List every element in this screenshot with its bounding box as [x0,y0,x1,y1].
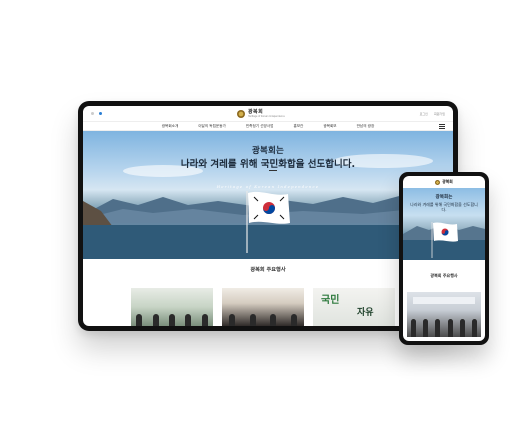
phone-hero-banner: 광복회는 나라와 겨레를 위해 국민화합을 선도합니다. [403,188,485,260]
photo-people [407,319,481,337]
hamburger-menu-icon[interactable] [439,124,445,129]
phone-event-photo[interactable] [407,292,481,337]
hero-divider [269,170,277,171]
emblem-icon [435,179,441,185]
join-link[interactable]: 회원가입 [434,112,445,116]
nav-item-national-spirit[interactable]: 민족정기 선양사업 [246,124,274,129]
phone-screen: 광복회 광복회는 나라와 겨레를 위해 국민화합을 선도합니다. 광복회 주요행… [403,176,485,341]
emblem-icon [236,109,245,118]
nav-item-newsletter[interactable]: 광복회보 [323,124,336,129]
photo-people [222,312,304,326]
site-logo[interactable]: 광복회 Heritage of Korean Independence [236,109,285,118]
main-nav: 광복회소개 이달의 독립운동가 민족정기 선양사업 홍보관 광복회보 만남의 광… [83,121,453,131]
hero-headline: 광복회는 [251,146,285,156]
logo-subtitle: Heritage of Korean Independence [247,115,285,118]
nav-item-community[interactable]: 만남의 광장 [357,124,375,129]
phone-hero-subheadline: 나라와 겨레를 위해 국민화합을 선도합니다. [410,202,478,212]
top-bar: 광복회 Heritage of Korean Independence 로그인 … [83,106,453,121]
device-mockup-stage: 광복회 Heritage of Korean Independence 로그인 … [0,0,530,430]
dot-indicator-active[interactable] [99,112,102,115]
hero-english-tagline: Heritage of Korean Independence [216,184,320,189]
photo-banner [413,297,475,304]
event-thumbnail[interactable] [131,288,213,326]
photo-people [131,312,213,326]
utility-links: 로그인 회원가입 [420,112,445,116]
language-toggle[interactable] [91,112,102,115]
section-title: 광복회 주요행사 [250,267,286,273]
event-thumbnails: 국민 자유 [131,288,395,326]
phone-section-title: 광복회 주요행사 [430,273,458,278]
hero-subheadline: 나라와 겨레를 위해 국민화합을 선도합니다. [180,159,356,170]
dot-indicator[interactable] [91,112,94,115]
phone-hero-headline: 광복회는 [435,195,453,200]
hero-banner: 광복회는 나라와 겨레를 위해 국민화합을 선도합니다. Heritage of… [83,131,453,259]
login-link[interactable]: 로그인 [420,112,428,116]
event-thumbnail[interactable]: 국민 자유 [313,288,395,326]
event-thumbnail[interactable] [222,288,304,326]
phone-logo-title: 광복회 [442,179,453,184]
nav-item-independence-activist[interactable]: 이달의 독립운동가 [198,124,226,129]
calligraphy-text: 자유 [357,308,374,318]
tablet-screen: 광복회 Heritage of Korean Independence 로그인 … [83,106,453,326]
nav-item-about[interactable]: 광복회소개 [162,124,179,129]
nav-item-pr[interactable]: 홍보관 [293,124,303,129]
calligraphy-text: 국민 [321,295,340,306]
phone-device: 광복회 광복회는 나라와 겨레를 위해 국민화합을 선도합니다. 광복회 주요행… [399,172,489,345]
phone-logo[interactable]: 광복회 [403,176,485,188]
